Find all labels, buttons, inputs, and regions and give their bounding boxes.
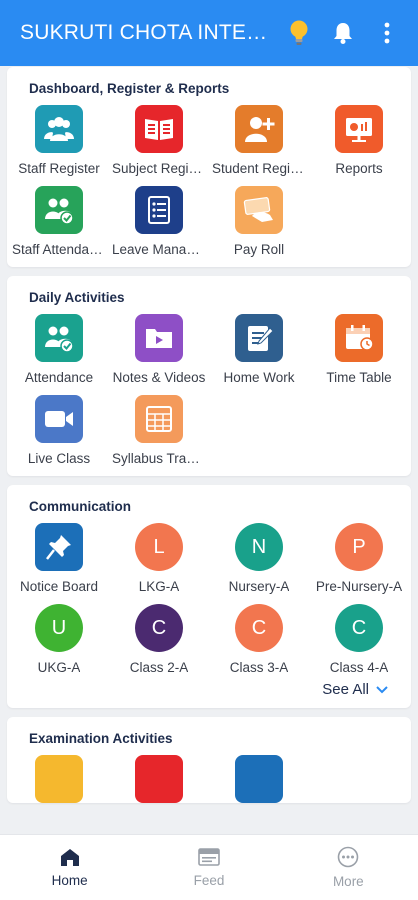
bottom-navigation: Home Feed More — [0, 834, 418, 900]
student-register-icon — [235, 105, 283, 153]
class-avatar-n: N — [235, 523, 283, 571]
tile-home-work[interactable]: Home Work — [209, 314, 309, 385]
see-all-button[interactable]: See All — [7, 675, 411, 698]
tile-label: Leave Management — [112, 242, 206, 257]
tile-staff-attendance[interactable]: Staff Attendance — [9, 186, 109, 257]
staff-register-icon — [35, 105, 83, 153]
subject-register-icon — [135, 105, 183, 153]
home-work-icon — [235, 314, 283, 362]
tile-label: Time Table — [326, 370, 392, 385]
tile-label: Pay Roll — [233, 242, 285, 257]
tile-syllabus-tracker[interactable]: Syllabus Tracker — [109, 395, 209, 466]
nav-label: Home — [51, 873, 88, 888]
tile-subject-register[interactable]: Subject Register — [109, 105, 209, 176]
overflow-menu-icon[interactable] — [372, 18, 402, 48]
class-avatar-p: P — [335, 523, 383, 571]
tile-ukg-a[interactable]: U UKG-A — [9, 604, 109, 675]
class-avatar-u: U — [35, 604, 83, 652]
class-avatar-c: C — [335, 604, 383, 652]
section-dashboard-register-reports: Dashboard, Register & Reports Staff Regi… — [7, 67, 411, 267]
chevron-down-icon — [376, 685, 388, 693]
section-daily-activities: Daily Activities Attendance Notes & Vide… — [7, 276, 411, 476]
syllabus-tracker-icon — [135, 395, 183, 443]
tile-notice-board[interactable]: Notice Board — [9, 523, 109, 594]
tile-class-2-a[interactable]: C Class 2-A — [109, 604, 209, 675]
class-avatar-c: C — [135, 604, 183, 652]
tile-label: LKG-A — [138, 579, 180, 594]
tile-nursery-a[interactable]: N Nursery-A — [209, 523, 309, 594]
notification-bell-icon[interactable] — [328, 18, 358, 48]
exam-report-icon — [135, 755, 183, 803]
tile-leave-management[interactable]: Leave Management — [109, 186, 209, 257]
tile-label: Class 2-A — [129, 660, 189, 675]
tile-label: Staff Attendance — [12, 242, 106, 257]
tile-label: Reports — [335, 161, 383, 176]
tile-class-4-a[interactable]: C Class 4-A — [309, 604, 409, 675]
tile-label: Subject Register — [112, 161, 206, 176]
nav-home[interactable]: Home — [0, 835, 139, 900]
section-title: Communication — [29, 499, 132, 514]
home-icon — [60, 849, 79, 866]
app-bar: SUKRUTI CHOTA INTERNATIONAL SCHOOL — [0, 0, 418, 66]
feed-icon — [198, 848, 220, 866]
nav-feed[interactable]: Feed — [139, 835, 278, 900]
tile-live-class[interactable]: Live Class — [9, 395, 109, 466]
time-table-icon — [335, 314, 383, 362]
tile-label: Syllabus Tracker — [112, 451, 206, 466]
tile-notes-videos[interactable]: Notes & Videos — [109, 314, 209, 385]
tile-lkg-a[interactable]: L LKG-A — [109, 523, 209, 594]
tile-pay-roll[interactable]: Pay Roll — [209, 186, 309, 257]
tile-label: Pre-Nursery-A — [315, 579, 403, 594]
tile-class-3-a[interactable]: C Class 3-A — [209, 604, 309, 675]
section-title: Dashboard, Register & Reports — [29, 81, 230, 96]
tile-label: Live Class — [27, 451, 91, 466]
dashboard-content[interactable]: Dashboard, Register & Reports Staff Regi… — [0, 66, 418, 834]
tile-exam-2[interactable] — [109, 755, 209, 803]
exam-schedule-icon — [235, 755, 283, 803]
tile-label: Class 4-A — [329, 660, 389, 675]
tile-label: Staff Register — [18, 161, 100, 176]
tile-label: Attendance — [24, 370, 94, 385]
tile-attendance[interactable]: Attendance — [9, 314, 109, 385]
tile-exam-3[interactable] — [209, 755, 309, 803]
nav-label: More — [332, 874, 364, 889]
more-icon — [338, 846, 359, 868]
tile-time-table[interactable]: Time Table — [309, 314, 409, 385]
tile-pre-nursery-a[interactable]: P Pre-Nursery-A — [309, 523, 409, 594]
pay-roll-icon — [235, 186, 283, 234]
class-avatar-c: C — [235, 604, 283, 652]
tile-staff-register[interactable]: Staff Register — [9, 105, 109, 176]
section-title: Examination Activities — [29, 731, 173, 746]
see-all-label: See All — [322, 681, 369, 698]
tile-reports[interactable]: Reports — [309, 105, 409, 176]
section-communication: Communication Notice Board L LKG-A N Nur… — [7, 485, 411, 708]
tile-exam-1[interactable] — [9, 755, 109, 803]
notes-videos-icon — [135, 314, 183, 362]
tile-label: Nursery-A — [228, 579, 290, 594]
nav-more[interactable]: More — [279, 835, 418, 900]
lightbulb-icon[interactable] — [284, 18, 314, 48]
app-title: SUKRUTI CHOTA INTERNATIONAL SCHOOL — [20, 21, 282, 44]
staff-attendance-icon — [35, 186, 83, 234]
tile-label: Student Register — [212, 161, 306, 176]
leave-management-icon — [135, 186, 183, 234]
live-class-icon — [35, 395, 83, 443]
tile-label: UKG-A — [37, 660, 81, 675]
tile-label: Notice Board — [19, 579, 99, 594]
section-title: Daily Activities — [29, 290, 125, 305]
class-avatar-l: L — [135, 523, 183, 571]
section-examination-activities: Examination Activities — [7, 717, 411, 803]
notice-board-icon — [35, 523, 83, 571]
exam-clipboard-icon — [35, 755, 83, 803]
attendance-icon — [35, 314, 83, 362]
tile-label: Home Work — [223, 370, 295, 385]
tile-label: Notes & Videos — [112, 370, 206, 385]
reports-icon — [335, 105, 383, 153]
nav-label: Feed — [193, 873, 225, 888]
tile-student-register[interactable]: Student Register — [209, 105, 309, 176]
tile-label: Class 3-A — [229, 660, 289, 675]
